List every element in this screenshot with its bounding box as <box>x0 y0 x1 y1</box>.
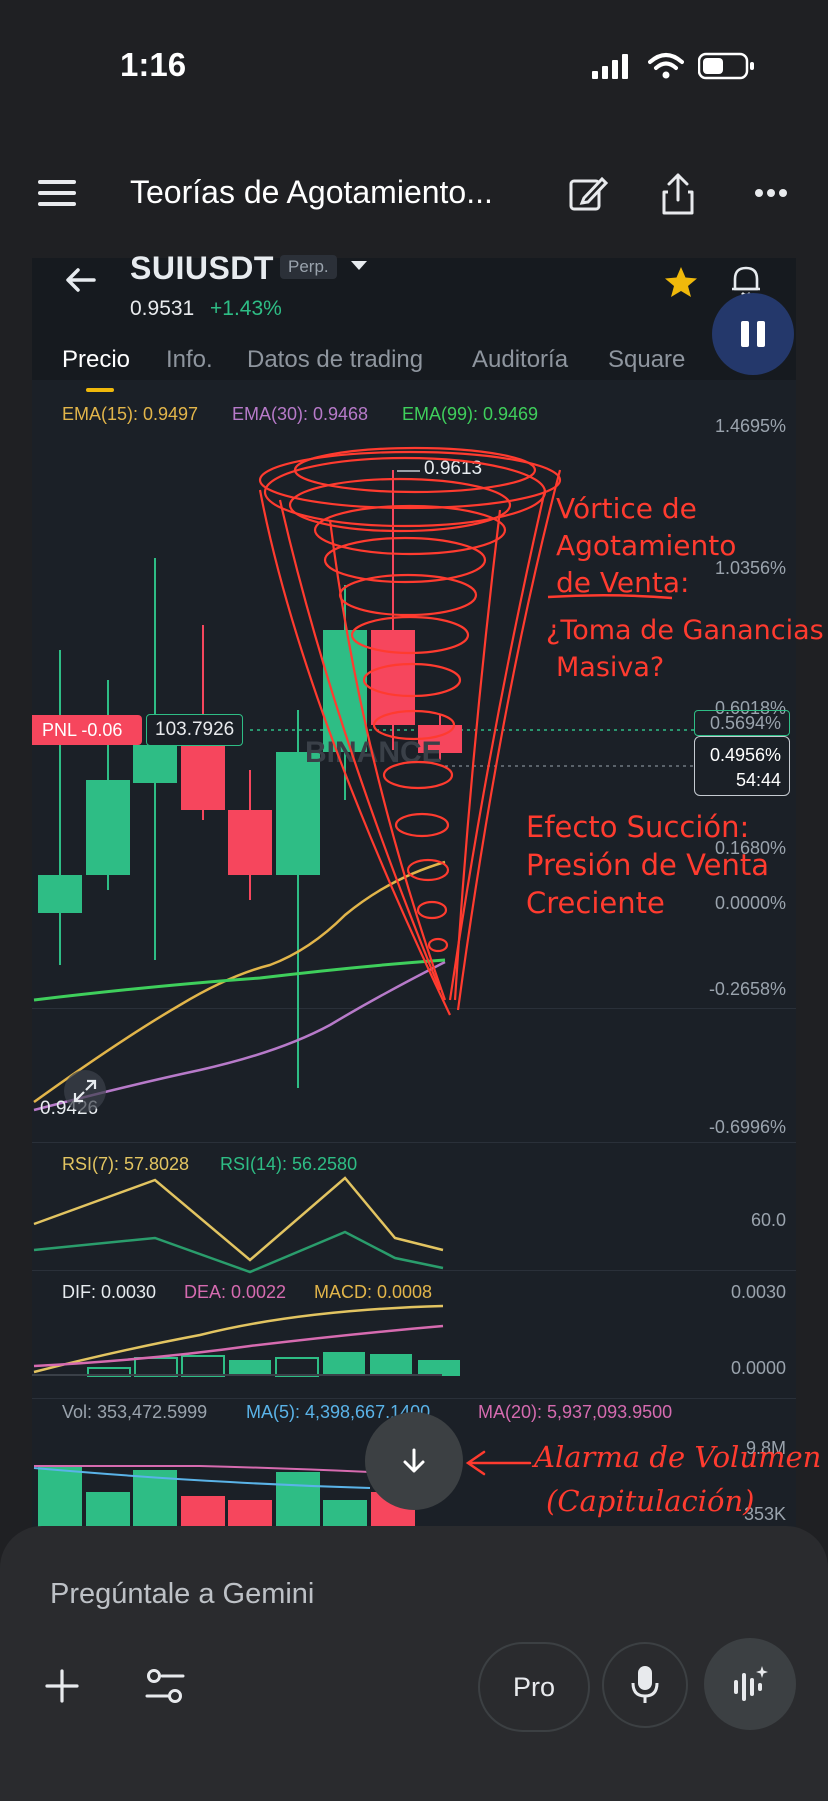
scroll-down-button[interactable] <box>365 1412 463 1510</box>
scroll-down-icon <box>403 1448 425 1473</box>
volume-annotation-title: Alarma de Volumen <box>534 1440 822 1474</box>
volume-annotation-sub: (Capitulación) <box>546 1484 755 1518</box>
live-button[interactable] <box>704 1638 796 1730</box>
volume-chart <box>33 1465 415 1528</box>
tools-icon[interactable] <box>144 1666 186 1706</box>
plus-icon[interactable] <box>44 1668 80 1704</box>
prompt-composer <box>0 1526 828 1801</box>
model-label: Pro <box>512 1671 556 1702</box>
live-icon <box>734 1666 768 1701</box>
model-selector-button[interactable]: Pro <box>478 1642 590 1732</box>
microphone-button[interactable] <box>602 1642 688 1728</box>
prompt-input[interactable]: Pregúntale a Gemini <box>50 1578 314 1611</box>
mic-icon <box>631 1666 659 1703</box>
